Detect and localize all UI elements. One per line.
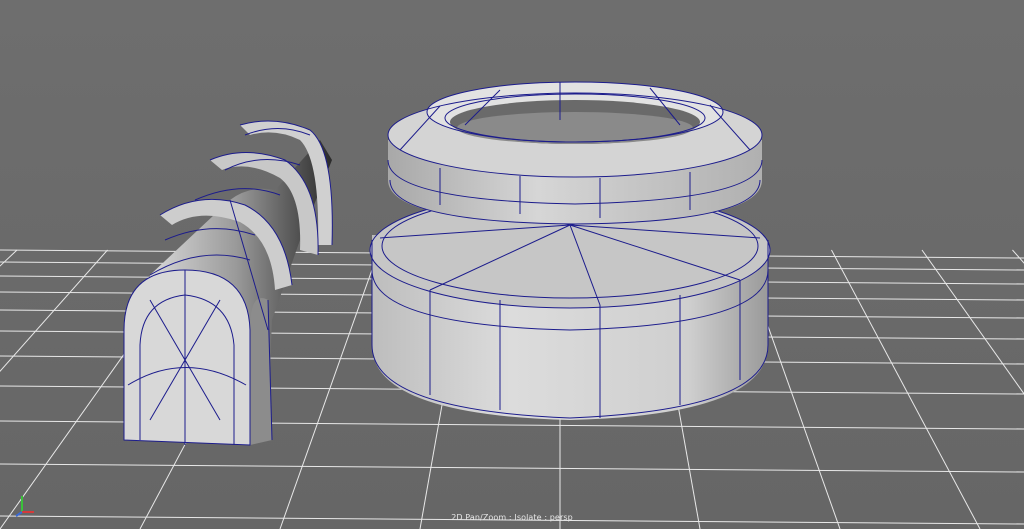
grid-line xyxy=(831,249,981,529)
grid-line xyxy=(1012,249,1024,264)
grid-line xyxy=(279,249,380,529)
grid-line xyxy=(0,463,1024,473)
viewport-status-label: 2D Pan/Zoom : Isolate : persp xyxy=(451,513,573,522)
pipe-arch-model[interactable] xyxy=(123,120,333,446)
ring-inner-wall xyxy=(457,112,693,144)
grid-line xyxy=(921,249,1024,395)
scene-canvas[interactable] xyxy=(0,0,1024,529)
ring-lid-model[interactable] xyxy=(387,81,763,225)
perspective-viewport[interactable]: 2D Pan/Zoom : Isolate : persp xyxy=(0,0,1024,529)
cylinder-base-model[interactable] xyxy=(369,191,771,420)
